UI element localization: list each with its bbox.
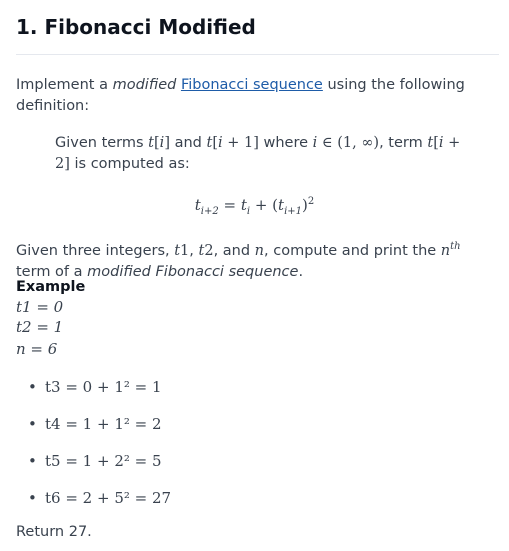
recurrence-formula: ti+2 = ti + (ti+1)2: [194, 196, 315, 217]
definition-paragraph: Given terms t[i] and t[i + 1] where i ∈ …: [55, 133, 475, 175]
math-t1: t1: [174, 242, 190, 259]
task-paragraph: Given three integers, t1, t2, and n, com…: [16, 241, 461, 280]
math-n: n: [254, 242, 265, 259]
intro-paragraph: Implement a modified Fibonacci sequence …: [16, 75, 496, 117]
math-domain: i ∈ (1, ∞): [312, 135, 380, 151]
math-ti: t[i]: [148, 135, 170, 151]
task-end: .: [298, 263, 304, 280]
math-ti1: t[i + 1]: [206, 135, 259, 151]
list-item: t5 = 1 + 2² = 5: [24, 448, 171, 485]
task-text-4: term of a: [16, 263, 88, 280]
given-text-and: and: [169, 135, 207, 151]
page-title: 1. Fibonacci Modified: [16, 15, 256, 39]
intro-modified: modified: [112, 77, 177, 93]
title-divider: [16, 54, 499, 55]
fibonacci-sequence-link[interactable]: Fibonacci sequence: [181, 77, 323, 93]
intro-prefix: Implement a: [16, 77, 113, 93]
list-item: t3 = 0 + 1² = 1: [24, 374, 171, 411]
problem-statement: 1. Fibonacci Modified Implement a modifi…: [0, 0, 509, 551]
example-t2: t2 = 1: [16, 318, 64, 336]
example-t1: t1 = 0: [16, 298, 64, 316]
task-text-1: Given three integers,: [16, 242, 175, 259]
list-item: t4 = 1 + 1² = 2: [24, 411, 171, 448]
given-text-computed: is computed as:: [69, 156, 190, 172]
example-steps-list: t3 = 0 + 1² = 1 t4 = 1 + 1² = 2 t5 = 1 +…: [24, 374, 171, 522]
task-text-2: , and: [213, 242, 255, 259]
example-n: n = 6: [16, 340, 58, 358]
task-text-3: , compute and print the: [264, 242, 441, 259]
given-text-1: Given terms: [55, 135, 149, 151]
math-nth: nth: [440, 241, 461, 259]
math-t2: t2: [198, 242, 214, 259]
return-text: Return 27.: [16, 524, 92, 540]
given-text-where: where: [258, 135, 313, 151]
list-item: t6 = 2 + 5² = 27: [24, 485, 171, 522]
example-label: Example: [16, 279, 86, 295]
task-modified-seq: modified Fibonacci sequence: [87, 263, 299, 280]
given-text-term: , term: [379, 135, 423, 151]
